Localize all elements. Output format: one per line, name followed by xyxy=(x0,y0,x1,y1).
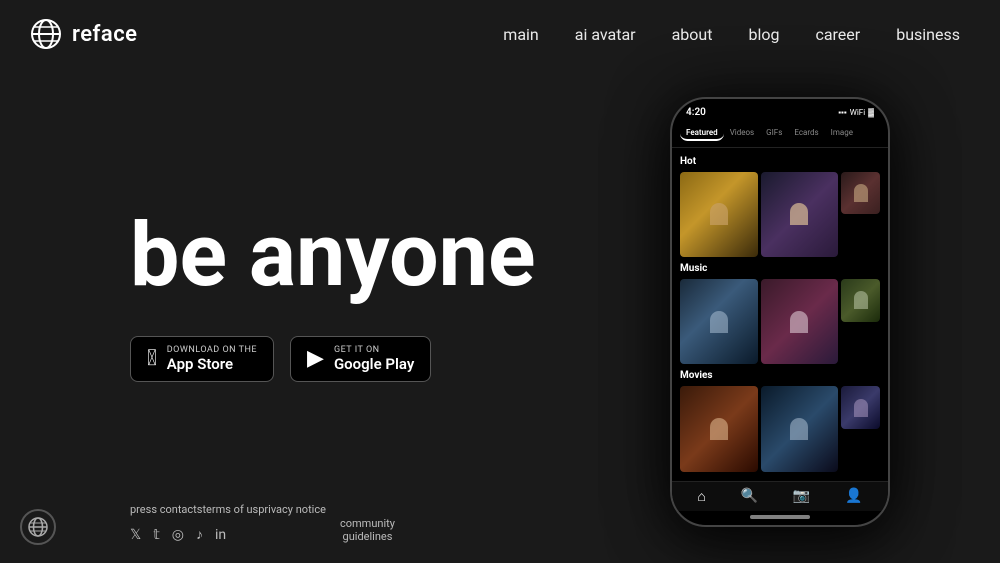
hot-image-3[interactable] xyxy=(841,172,880,215)
phone-nav-home-icon[interactable]: ⌂ xyxy=(697,488,705,505)
social-linkedin-icon[interactable]: in xyxy=(215,527,226,543)
main-nav: main ai avatar about blog career busines… xyxy=(503,25,960,44)
silhouette-2 xyxy=(790,203,808,225)
bottom-globe-icon[interactable] xyxy=(20,509,56,545)
hot-image-1[interactable] xyxy=(680,172,758,257)
logo-text: reface xyxy=(72,22,138,47)
footer-privacy[interactable]: privacy notice xyxy=(258,503,326,516)
app-store-button[interactable]:  Download on the App Store xyxy=(130,336,274,382)
footer-terms[interactable]: terms of us xyxy=(202,503,258,516)
movies-image-grid xyxy=(680,386,880,471)
social-instagram-icon[interactable]: ◎ xyxy=(172,527,184,543)
silhouette-3 xyxy=(854,184,868,202)
tab-featured[interactable]: Featured xyxy=(680,126,724,141)
left-section: be anyone  Download on the App Store ▶ … xyxy=(0,182,580,382)
tab-images[interactable]: Image xyxy=(825,126,859,141)
wifi-icon: WiFi xyxy=(850,108,865,117)
phone-tab-bar[interactable]: Featured Videos GIFs Ecards Image xyxy=(672,122,888,148)
phone-screen: 4:20 ▪▪▪ WiFi ▓ Featured Videos GIFs Eca… xyxy=(672,99,888,525)
battery-icon: ▓ xyxy=(868,108,874,117)
movies-face-2 xyxy=(761,386,839,471)
tab-gifs[interactable]: GIFs xyxy=(760,126,788,141)
footer-links: press contacts terms of us privacy notic… xyxy=(130,503,326,516)
movies-face-3 xyxy=(841,386,880,429)
status-icons: ▪▪▪ WiFi ▓ xyxy=(838,108,874,117)
social-t-icon[interactable]: 𝕥 xyxy=(153,527,160,543)
store-buttons:  Download on the App Store ▶ GET IT ON … xyxy=(130,336,431,382)
section-movies-label: Movies xyxy=(680,370,880,381)
signal-icon: ▪▪▪ xyxy=(838,108,847,117)
section-hot-label: Hot xyxy=(680,156,880,167)
globe-icon-wrapper[interactable] xyxy=(20,509,56,545)
community-line2: guidelines xyxy=(343,530,393,543)
phone-nav-profile-icon[interactable]: 👤 xyxy=(845,488,862,504)
social-twitter-icon[interactable]: 𝕏 xyxy=(130,527,141,543)
tab-ecards[interactable]: Ecards xyxy=(788,126,824,141)
movies-image-3[interactable] xyxy=(841,386,880,429)
nav-item-ai-avatar[interactable]: ai avatar xyxy=(575,25,636,44)
right-section: 4:20 ▪▪▪ WiFi ▓ Featured Videos GIFs Eca… xyxy=(580,37,1000,527)
movies-image-2[interactable] xyxy=(761,386,839,471)
footer-press-contacts[interactable]: press contacts xyxy=(130,503,202,516)
footer-social: 𝕏 𝕥 ◎ ♪ in xyxy=(130,526,326,543)
phone-home-indicator xyxy=(750,515,810,519)
google-play-label: GET IT ON xyxy=(334,345,414,355)
app-store-text: Download on the App Store xyxy=(167,345,257,373)
nav-item-main[interactable]: main xyxy=(503,25,538,44)
main-content: be anyone  Download on the App Store ▶ … xyxy=(0,0,1000,563)
footer: press contacts terms of us privacy notic… xyxy=(130,503,326,543)
movies-image-1[interactable] xyxy=(680,386,758,471)
header: reface main ai avatar about blog career … xyxy=(0,0,1000,68)
community-guidelines-link[interactable]: community guidelines xyxy=(340,517,395,543)
nav-item-about[interactable]: about xyxy=(672,25,713,44)
hero-headline: be anyone xyxy=(130,212,536,300)
music-face-1 xyxy=(680,279,758,364)
hot-face-2 xyxy=(761,172,839,257)
music-image-grid xyxy=(680,279,880,364)
status-time: 4:20 xyxy=(686,107,706,118)
phone-nav-camera-icon[interactable]: 📷 xyxy=(793,488,810,504)
footer-community: community guidelines xyxy=(340,517,395,543)
nav-item-blog[interactable]: blog xyxy=(748,25,779,44)
phone-nav-search-icon[interactable]: 🔍 xyxy=(741,488,758,504)
movies-face-1 xyxy=(680,386,758,471)
silhouette-1 xyxy=(710,203,728,225)
music-image-1[interactable] xyxy=(680,279,758,364)
hot-face-1 xyxy=(680,172,758,257)
music-image-2[interactable] xyxy=(761,279,839,364)
nav-item-business[interactable]: business xyxy=(896,25,960,44)
app-store-name: App Store xyxy=(167,355,257,373)
google-play-text: GET IT ON Google Play xyxy=(334,345,414,373)
music-face-2 xyxy=(761,279,839,364)
globe-logo-icon xyxy=(30,18,62,50)
social-tiktok-icon[interactable]: ♪ xyxy=(196,526,203,543)
google-play-icon: ▶ xyxy=(307,348,324,370)
phone-mockup: 4:20 ▪▪▪ WiFi ▓ Featured Videos GIFs Eca… xyxy=(670,97,890,527)
hot-image-grid xyxy=(680,172,880,257)
phone-bottom-nav[interactable]: ⌂ 🔍 📷 👤 xyxy=(672,481,888,511)
community-line1: community xyxy=(340,517,395,530)
hot-image-2[interactable] xyxy=(761,172,839,257)
phone-content: Hot xyxy=(672,148,888,481)
google-play-button[interactable]: ▶ GET IT ON Google Play xyxy=(290,336,431,382)
nav-item-career[interactable]: career xyxy=(815,25,860,44)
apple-icon:  xyxy=(147,348,157,370)
app-store-label: Download on the xyxy=(167,345,257,355)
music-face-3 xyxy=(841,279,880,322)
music-image-3[interactable] xyxy=(841,279,880,322)
section-music-label: Music xyxy=(680,263,880,274)
tab-videos[interactable]: Videos xyxy=(724,126,760,141)
google-play-name: Google Play xyxy=(334,355,414,373)
hot-face-3 xyxy=(841,172,880,215)
globe-svg xyxy=(27,516,49,538)
logo-area: reface xyxy=(30,18,138,50)
status-bar: 4:20 ▪▪▪ WiFi ▓ xyxy=(672,99,888,122)
